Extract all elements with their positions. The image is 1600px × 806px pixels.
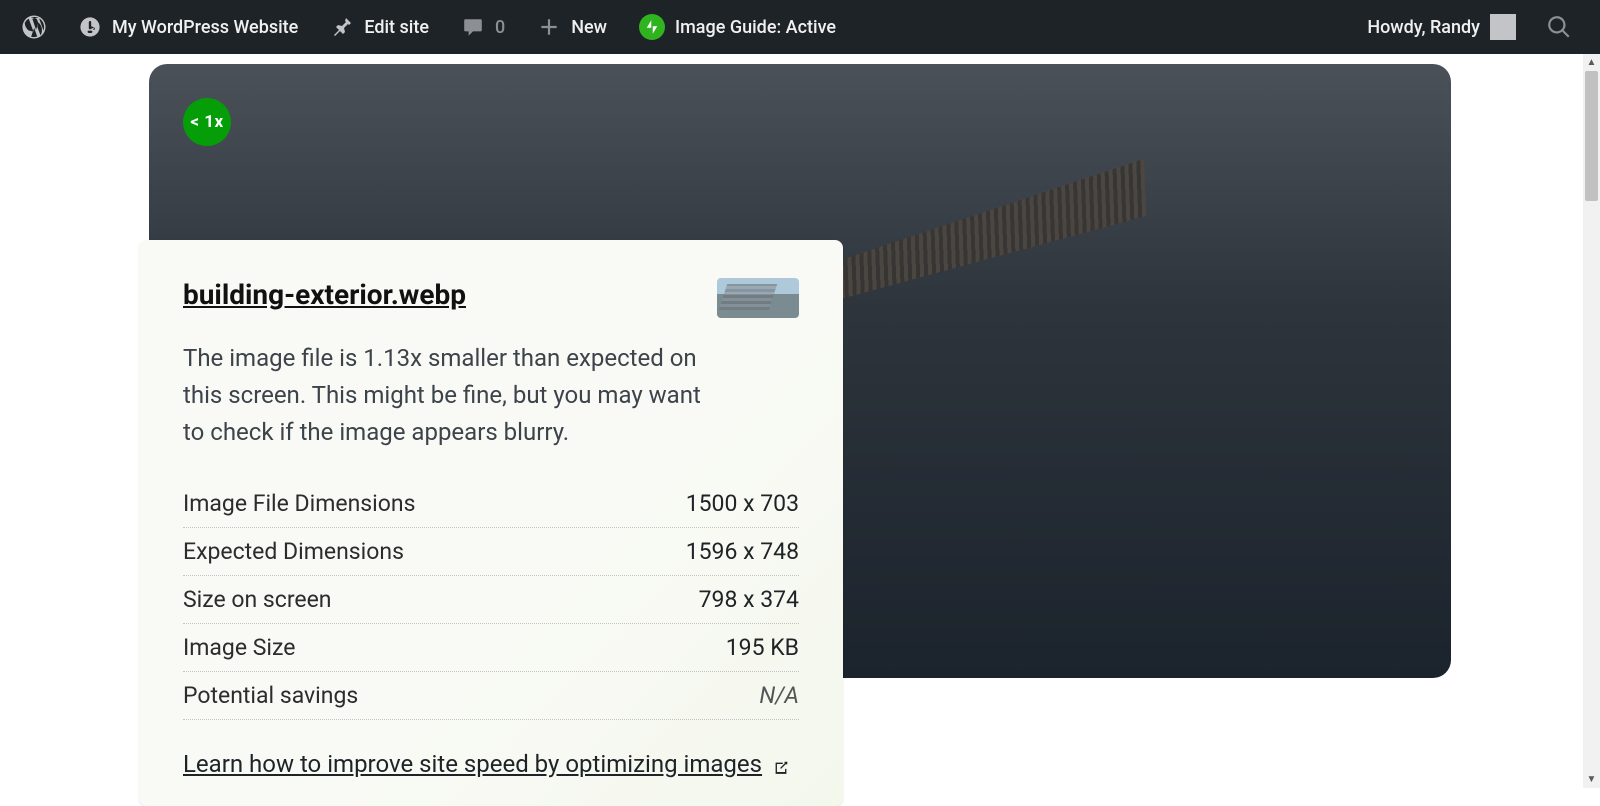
new-label: New	[571, 17, 607, 38]
scroll-down-arrow[interactable]: ▼	[1583, 771, 1600, 788]
image-guide-toggle[interactable]: Image Guide: Active	[625, 0, 850, 54]
metric-value: 195 KB	[726, 634, 799, 661]
metric-value: N/A	[759, 682, 799, 709]
plus-icon	[537, 15, 561, 39]
search-icon	[1546, 14, 1572, 40]
image-guide-label: Image Guide: Active	[675, 17, 836, 38]
metric-label: Expected Dimensions	[183, 538, 404, 565]
comments-menu[interactable]: 0	[447, 0, 519, 54]
vertical-scrollbar[interactable]: ▲ ▼	[1583, 54, 1600, 788]
metric-label: Image File Dimensions	[183, 490, 415, 517]
metric-row: Image Size 195 KB	[183, 624, 799, 672]
new-content-menu[interactable]: New	[523, 0, 621, 54]
metric-row: Expected Dimensions 1596 x 748	[183, 528, 799, 576]
metric-row: Image File Dimensions 1500 x 703	[183, 480, 799, 528]
comments-count: 0	[495, 17, 505, 38]
site-name-menu[interactable]: My WordPress Website	[64, 0, 312, 54]
image-guide-card: building-exterior.webp The image file is…	[139, 240, 843, 806]
pin-icon	[330, 15, 354, 39]
image-filename-link[interactable]: building-exterior.webp	[183, 278, 466, 311]
metric-label: Image Size	[183, 634, 295, 661]
metric-value: 1500 x 703	[686, 490, 799, 517]
scale-badge[interactable]: < 1x	[183, 98, 231, 146]
admin-bar: My WordPress Website Edit site 0 New Ima…	[0, 0, 1600, 54]
scroll-thumb[interactable]	[1585, 71, 1598, 201]
jetpack-icon	[639, 14, 665, 40]
metric-value: 798 x 374	[699, 586, 799, 613]
wordpress-icon	[22, 15, 46, 39]
search-toggle[interactable]	[1536, 14, 1582, 40]
comment-icon	[461, 15, 485, 39]
image-thumbnail[interactable]	[717, 278, 799, 318]
learn-more-link[interactable]: Learn how to improve site speed by optim…	[183, 750, 790, 778]
metric-row: Size on screen 798 x 374	[183, 576, 799, 624]
page-content: < 1x building-exterior.webp The image fi…	[0, 54, 1600, 678]
howdy-text: Howdy, Randy	[1367, 17, 1480, 38]
scroll-up-arrow[interactable]: ▲	[1583, 54, 1600, 71]
site-title: My WordPress Website	[112, 17, 298, 38]
dashboard-icon	[78, 15, 102, 39]
wp-logo-menu[interactable]	[8, 0, 60, 54]
image-description: The image file is 1.13x smaller than exp…	[183, 340, 703, 452]
metric-row: Potential savings N/A	[183, 672, 799, 720]
image-metrics: Image File Dimensions 1500 x 703 Expected …	[183, 480, 799, 720]
edit-site[interactable]: Edit site	[316, 0, 443, 54]
metric-value: 1596 x 748	[686, 538, 799, 565]
external-link-icon	[772, 755, 790, 773]
edit-site-label: Edit site	[364, 17, 429, 38]
metric-label: Size on screen	[183, 586, 332, 613]
my-account[interactable]: Howdy, Randy	[1357, 14, 1526, 40]
scale-badge-label: < 1x	[190, 112, 223, 132]
metric-label: Potential savings	[183, 682, 358, 709]
learn-more-text: Learn how to improve site speed by optim…	[183, 750, 762, 778]
avatar	[1490, 14, 1516, 40]
